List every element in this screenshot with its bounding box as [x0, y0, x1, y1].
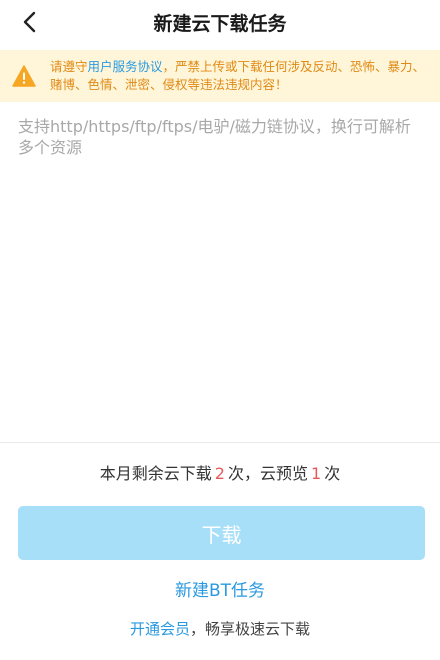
quota-suffix: 次: [324, 464, 341, 483]
new-bt-task-link[interactable]: 新建BT任务: [0, 576, 440, 601]
download-count: 2: [214, 464, 225, 483]
notice-prefix: 请遵守: [50, 59, 88, 74]
membership-promo: 开通会员，畅享极速云下载: [0, 618, 440, 639]
link-input-area: [0, 104, 440, 442]
preview-count: 1: [311, 464, 322, 483]
warning-icon: [12, 65, 36, 87]
download-button[interactable]: 下载: [18, 506, 425, 560]
back-button[interactable]: [14, 6, 46, 38]
quota-middle: 次，云预览: [227, 464, 308, 483]
header-bar: 新建云下载任务: [0, 0, 440, 44]
quota-prefix: 本月剩余云下载: [99, 464, 212, 483]
download-link-input[interactable]: [18, 116, 422, 430]
chevron-left-icon: [23, 11, 36, 33]
page-title: 新建云下载任务: [153, 12, 287, 35]
promo-text: ，畅享极速云下载: [190, 620, 311, 638]
legal-notice-banner: 请遵守用户服务协议，严禁上传或下载任何涉及反动、恐怖、暴力、赌博、色情、泄密、侵…: [0, 50, 440, 102]
quota-info: 本月剩余云下载 2 次，云预览 1 次: [0, 460, 440, 484]
notice-text: 请遵守用户服务协议，严禁上传或下载任何涉及反动、恐怖、暴力、赌博、色情、泄密、侵…: [50, 58, 430, 94]
user-agreement-link[interactable]: 用户服务协议: [88, 59, 163, 74]
open-membership-link[interactable]: 开通会员: [130, 620, 190, 638]
divider: [0, 442, 440, 443]
